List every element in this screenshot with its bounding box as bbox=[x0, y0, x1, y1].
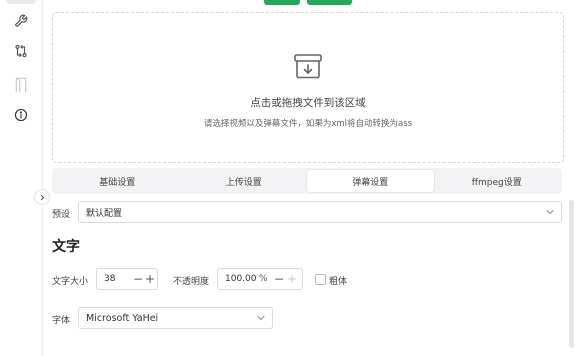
text-size-label: 文字大小 bbox=[52, 277, 89, 287]
opacity-unit: % bbox=[259, 274, 268, 284]
scrollbar[interactable] bbox=[569, 200, 574, 348]
font-value: Microsoft YaHei bbox=[86, 312, 159, 324]
opacity-increment-button[interactable]: + bbox=[287, 272, 297, 286]
preset-select[interactable]: 默认配置 bbox=[78, 201, 562, 223]
text-size-decrement-button[interactable]: − bbox=[133, 272, 143, 286]
chevron-down-icon bbox=[546, 209, 554, 215]
file-import-icon bbox=[293, 52, 323, 83]
tab-basic-settings[interactable]: 基础设置 bbox=[54, 170, 181, 192]
font-select[interactable]: Microsoft YaHei bbox=[78, 307, 273, 329]
upload-title: 点击或拖拽文件到该区域 bbox=[250, 97, 366, 109]
text-size-value: 38 bbox=[104, 274, 116, 284]
chevron-right-icon bbox=[40, 194, 44, 200]
info-icon[interactable] bbox=[11, 105, 31, 125]
opacity-label: 不透明度 bbox=[173, 277, 210, 287]
door-icon[interactable] bbox=[11, 75, 31, 95]
opacity-decrement-button[interactable]: − bbox=[274, 272, 284, 286]
side-rail bbox=[0, 0, 43, 356]
chevron-down-icon bbox=[257, 315, 265, 321]
wrench-icon[interactable] bbox=[11, 11, 31, 31]
preset-label: 预设 bbox=[52, 210, 71, 220]
bold-label: 粗体 bbox=[329, 277, 348, 287]
rail-active-indicator bbox=[6, 0, 36, 4]
settings-tabs: 基础设置 上传设置 弹幕设置 ffmpeg设置 bbox=[52, 168, 562, 194]
opacity-value: 100.00 bbox=[225, 274, 257, 284]
bold-checkbox[interactable] bbox=[315, 274, 326, 285]
font-label: 字体 bbox=[52, 316, 71, 326]
tab-danmaku-settings[interactable]: 弹幕设置 bbox=[307, 170, 434, 192]
git-compare-icon[interactable] bbox=[11, 41, 31, 61]
top-action-button-1[interactable] bbox=[264, 0, 300, 5]
collapse-toggle-button[interactable] bbox=[34, 189, 50, 205]
text-size-input[interactable]: 38 − + bbox=[96, 268, 158, 290]
section-title-text: 文字 bbox=[52, 239, 80, 255]
top-action-button-2[interactable] bbox=[307, 0, 352, 5]
text-size-increment-button[interactable]: + bbox=[145, 272, 155, 286]
opacity-input[interactable]: 100.00 % − + bbox=[217, 268, 303, 290]
tab-ffmpeg-settings[interactable]: ffmpeg设置 bbox=[434, 170, 561, 192]
upload-subtitle: 请选择视频以及弹幕文件，如果为xml将自动转换为ass bbox=[203, 119, 413, 129]
upload-dropzone[interactable]: 点击或拖拽文件到该区域 请选择视频以及弹幕文件，如果为xml将自动转换为ass bbox=[52, 12, 564, 163]
preset-value: 默认配置 bbox=[86, 208, 123, 219]
tab-upload-settings[interactable]: 上传设置 bbox=[181, 170, 308, 192]
